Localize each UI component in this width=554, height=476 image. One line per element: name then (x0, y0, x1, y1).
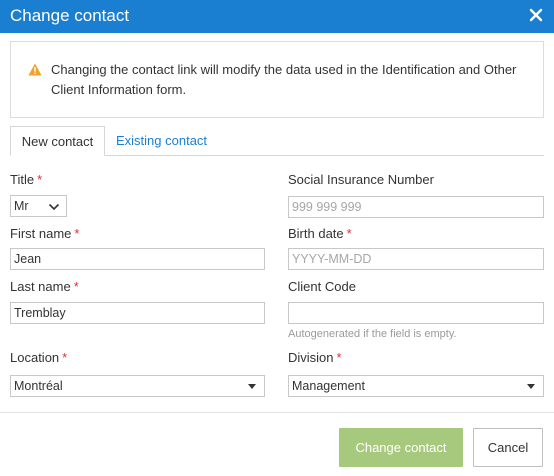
location-label-text: Location (10, 350, 60, 365)
birth-date-label: Birth date * (288, 226, 352, 241)
chevron-down-icon (48, 201, 60, 211)
footer-divider (0, 412, 554, 413)
contact-tabs: New contact Existing contact (10, 126, 544, 156)
division-select-value: Management (292, 379, 365, 393)
client-code-label: Client Code (288, 279, 356, 294)
division-label: Division * (288, 350, 342, 365)
close-icon[interactable] (528, 7, 544, 23)
notice-text: Changing the contact link will modify th… (51, 62, 517, 97)
tab-existing-contact[interactable]: Existing contact (106, 126, 217, 156)
change-contact-button[interactable]: Change contact (339, 428, 463, 467)
birth-date-label-text: Birth date (288, 226, 344, 241)
title-label: Title * (10, 172, 42, 187)
birth-date-input[interactable] (288, 248, 544, 270)
tab-new-contact[interactable]: New contact (10, 126, 105, 156)
warning-icon (28, 63, 42, 76)
title-label-text: Title (10, 172, 35, 187)
sin-label: Social Insurance Number (288, 172, 434, 187)
client-code-hint: Autogenerated if the field is empty. (288, 328, 457, 340)
first-name-input[interactable] (10, 248, 265, 270)
location-label: Location * (10, 350, 67, 365)
dialog-title: Change contact (10, 6, 130, 25)
location-select[interactable]: Montréal (10, 375, 265, 397)
sin-input[interactable] (288, 196, 544, 218)
last-name-input[interactable] (10, 302, 265, 324)
dialog-titlebar: Change contact (0, 0, 554, 33)
caret-down-icon (527, 384, 535, 389)
required-mark: * (62, 350, 68, 365)
division-label-text: Division (288, 350, 334, 365)
cancel-button[interactable]: Cancel (473, 428, 543, 467)
required-mark: * (73, 279, 79, 294)
first-name-label: First name * (10, 226, 79, 241)
last-name-label-text: Last name (10, 279, 71, 294)
required-mark: * (346, 226, 352, 241)
title-select-value: Mr (14, 199, 29, 213)
division-select[interactable]: Management (288, 375, 544, 397)
required-mark: * (74, 226, 80, 241)
last-name-label: Last name * (10, 279, 79, 294)
warning-notice: Changing the contact link will modify th… (10, 41, 544, 118)
caret-down-icon (248, 384, 256, 389)
required-mark: * (336, 350, 342, 365)
first-name-label-text: First name (10, 226, 72, 241)
client-code-input[interactable] (288, 302, 544, 324)
required-mark: * (37, 172, 43, 187)
title-select[interactable]: Mr (10, 195, 67, 217)
location-select-value: Montréal (14, 379, 63, 393)
